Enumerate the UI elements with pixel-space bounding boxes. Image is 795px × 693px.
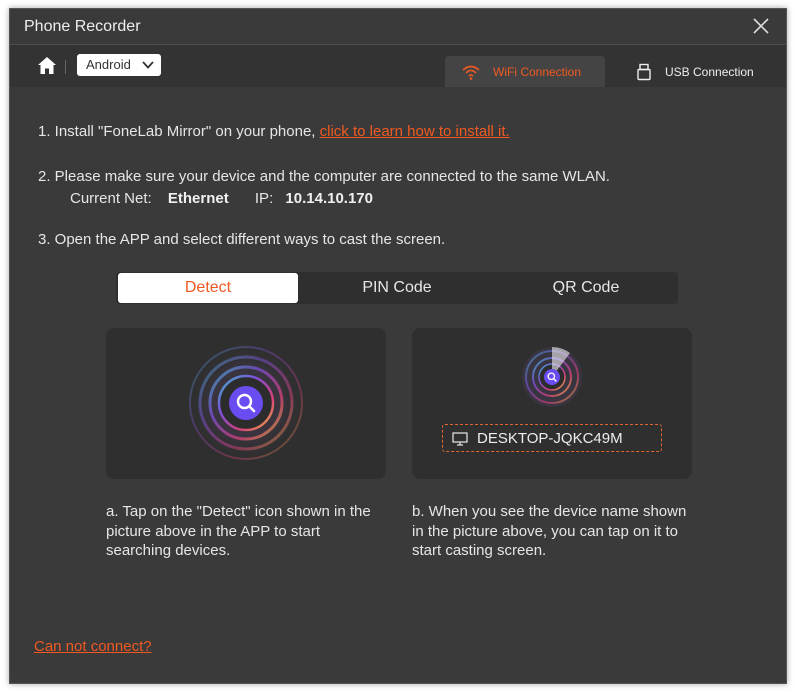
tab-usb-connection[interactable]: USB Connection bbox=[618, 56, 778, 87]
wifi-connection-panel: 1. Install "FoneLab Mirror" on your phon… bbox=[10, 87, 786, 683]
title-bar: Phone Recorder bbox=[10, 9, 786, 45]
tab-wifi-label: WiFi Connection bbox=[493, 65, 582, 79]
cannot-connect-link[interactable]: Can not connect? bbox=[34, 638, 152, 655]
device-name: DESKTOP-JQKC49M bbox=[477, 430, 623, 447]
device-type-value: Android bbox=[86, 57, 131, 72]
cast-mode-tabs: Detect PIN Code QR Code bbox=[116, 272, 678, 304]
monitor-icon bbox=[452, 432, 468, 446]
home-icon[interactable] bbox=[36, 55, 58, 77]
tab-wifi-connection[interactable]: WiFi Connection bbox=[445, 56, 605, 87]
wifi-icon bbox=[462, 65, 480, 80]
toolbar: Android WiFi Connection USB Connection bbox=[10, 45, 786, 87]
toolbar-divider bbox=[65, 60, 66, 74]
step-1-text: 1. Install "FoneLab Mirror" on your phon… bbox=[38, 123, 320, 140]
ip-label: IP: bbox=[254, 190, 274, 207]
current-net-value: Ethernet bbox=[167, 190, 229, 207]
window-title: Phone Recorder bbox=[24, 18, 141, 35]
detected-device-button[interactable]: DESKTOP-JQKC49M bbox=[442, 424, 662, 452]
step-3: 3. Open the APP and select different way… bbox=[38, 231, 446, 248]
current-net-label: Current Net: bbox=[70, 190, 152, 207]
detect-icon bbox=[186, 343, 306, 463]
detect-description: a. Tap on the "Detect" icon shown in the… bbox=[106, 503, 371, 559]
network-info: Current Net: Ethernet IP: 10.14.10.170 bbox=[70, 190, 373, 207]
detect-illustration-card bbox=[106, 328, 386, 479]
tab-qr-code[interactable]: QR Code bbox=[496, 273, 676, 303]
usb-icon bbox=[637, 63, 651, 81]
tab-detect[interactable]: Detect bbox=[118, 273, 298, 303]
chevron-down-icon bbox=[142, 61, 154, 69]
device-type-select[interactable]: Android bbox=[77, 54, 161, 76]
device-description: b. When you see the device name shown in… bbox=[412, 503, 687, 559]
phone-recorder-window: Phone Recorder Android WiFi Connection U… bbox=[9, 8, 787, 684]
tab-usb-label: USB Connection bbox=[665, 65, 754, 79]
step-1: 1. Install "FoneLab Mirror" on your phon… bbox=[38, 123, 510, 140]
ip-value: 10.14.10.170 bbox=[285, 190, 373, 207]
tab-pin-code[interactable]: PIN Code bbox=[307, 273, 487, 303]
device-illustration-card: DESKTOP-JQKC49M bbox=[412, 328, 692, 479]
install-guide-link[interactable]: click to learn how to install it. bbox=[320, 123, 510, 140]
step-2: 2. Please make sure your device and the … bbox=[38, 168, 610, 185]
detect-small-icon bbox=[522, 347, 582, 407]
close-icon[interactable] bbox=[750, 15, 772, 37]
